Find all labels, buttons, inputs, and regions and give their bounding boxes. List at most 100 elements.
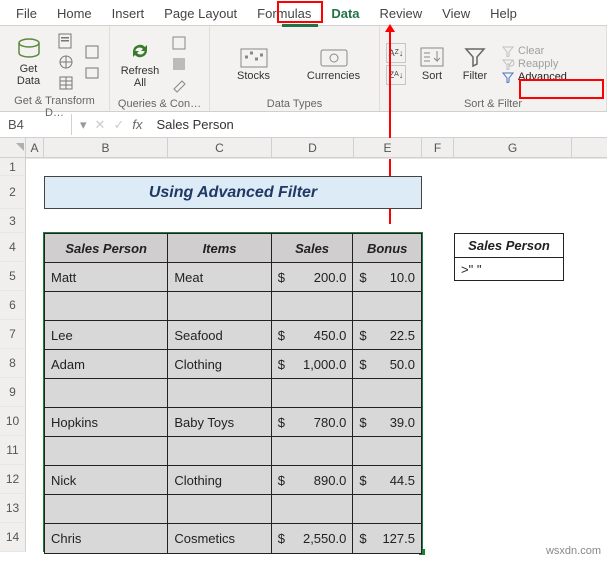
cell[interactable]: Nick: [45, 466, 168, 495]
cell[interactable]: $450.0: [272, 321, 354, 350]
row-3[interactable]: 3: [0, 209, 26, 233]
cell[interactable]: $127.5: [353, 524, 421, 553]
table-row: NickClothing$890.0$44.5: [45, 466, 421, 495]
reapply-button[interactable]: Reapply: [499, 58, 569, 70]
queries-icon[interactable]: [170, 34, 188, 52]
cell[interactable]: [353, 292, 421, 321]
col-B[interactable]: B: [44, 138, 168, 157]
row-6[interactable]: 6: [0, 291, 26, 320]
tab-help[interactable]: Help: [480, 3, 527, 25]
namebox-dropdown-icon[interactable]: ▾: [80, 117, 87, 133]
from-web-icon[interactable]: [57, 53, 75, 71]
cell[interactable]: Clothing: [168, 466, 271, 495]
row-13[interactable]: 13: [0, 494, 26, 523]
cell[interactable]: Meat: [168, 263, 271, 292]
cell[interactable]: $50.0: [353, 350, 421, 379]
tab-home[interactable]: Home: [47, 3, 102, 25]
currencies-button[interactable]: Currencies: [302, 33, 366, 95]
cell[interactable]: $10.0: [353, 263, 421, 292]
cell[interactable]: $39.0: [353, 408, 421, 437]
properties-icon[interactable]: [170, 55, 188, 73]
cell[interactable]: Lee: [45, 321, 168, 350]
cell[interactable]: $200.0: [272, 263, 354, 292]
cell[interactable]: $890.0: [272, 466, 354, 495]
tab-view[interactable]: View: [432, 3, 480, 25]
cell[interactable]: [272, 437, 354, 466]
cell[interactable]: [168, 292, 271, 321]
cell[interactable]: $780.0: [272, 408, 354, 437]
cell[interactable]: [45, 379, 168, 408]
col-G[interactable]: G: [454, 138, 572, 157]
criteria-value[interactable]: >" ": [455, 258, 563, 280]
fx-icon[interactable]: fx: [132, 117, 142, 132]
existing-conn-icon[interactable]: [83, 64, 101, 82]
row-9[interactable]: 9: [0, 378, 26, 407]
clear-button[interactable]: Clear: [499, 45, 569, 57]
cell[interactable]: $1,000.0: [272, 350, 354, 379]
cell[interactable]: Chris: [45, 524, 168, 553]
row-7[interactable]: 7: [0, 320, 26, 349]
row-10[interactable]: 10: [0, 407, 26, 436]
tab-data[interactable]: Data: [321, 3, 369, 25]
cell[interactable]: $44.5: [353, 466, 421, 495]
formula-input[interactable]: Sales Person: [150, 114, 607, 135]
cell[interactable]: $22.5: [353, 321, 421, 350]
cell[interactable]: Baby Toys: [168, 408, 271, 437]
cancel-icon[interactable]: ✕: [95, 117, 106, 133]
cell[interactable]: [45, 292, 168, 321]
cell[interactable]: Seafood: [168, 321, 271, 350]
stocks-button[interactable]: Stocks: [224, 33, 284, 95]
cell[interactable]: [353, 379, 421, 408]
cell[interactable]: [353, 495, 421, 524]
get-data-button[interactable]: Get Data: [6, 31, 51, 93]
cell[interactable]: Clothing: [168, 350, 271, 379]
title-cell: Using Advanced Filter: [44, 176, 422, 209]
sort-button[interactable]: Sort: [413, 33, 451, 95]
cell[interactable]: [168, 437, 271, 466]
col-C[interactable]: C: [168, 138, 272, 157]
col-E[interactable]: E: [354, 138, 422, 157]
recent-sources-icon[interactable]: [83, 43, 101, 61]
tab-review[interactable]: Review: [370, 3, 433, 25]
header-items[interactable]: Items: [168, 234, 271, 263]
tab-pagelayout[interactable]: Page Layout: [154, 3, 247, 25]
filter-button[interactable]: Filter: [455, 33, 495, 95]
row-8[interactable]: 8: [0, 349, 26, 378]
row-4[interactable]: 4: [0, 233, 26, 262]
header-bonus[interactable]: Bonus: [353, 234, 421, 263]
row-14[interactable]: 14: [0, 523, 26, 552]
header-sales[interactable]: Sales: [272, 234, 354, 263]
cell[interactable]: [272, 495, 354, 524]
row-11[interactable]: 11: [0, 436, 26, 465]
edit-links-icon[interactable]: [170, 76, 188, 94]
cell[interactable]: Matt: [45, 263, 168, 292]
criteria-header[interactable]: Sales Person: [455, 234, 563, 258]
cell[interactable]: [272, 292, 354, 321]
cell[interactable]: Hopkins: [45, 408, 168, 437]
name-box[interactable]: B4: [0, 114, 72, 135]
refresh-all-button[interactable]: Refresh All: [116, 33, 164, 95]
select-all-corner[interactable]: [0, 138, 26, 157]
cell[interactable]: [45, 437, 168, 466]
from-table-icon[interactable]: [57, 74, 75, 92]
cell[interactable]: [272, 379, 354, 408]
cell[interactable]: [45, 495, 168, 524]
confirm-icon[interactable]: ✓: [113, 117, 124, 133]
row-12[interactable]: 12: [0, 465, 26, 494]
row-1[interactable]: 1: [0, 158, 26, 176]
col-A[interactable]: A: [26, 138, 44, 157]
tab-insert[interactable]: Insert: [102, 3, 155, 25]
cell[interactable]: [353, 437, 421, 466]
cell[interactable]: [168, 495, 271, 524]
row-2[interactable]: 2: [0, 176, 26, 209]
cell[interactable]: Adam: [45, 350, 168, 379]
cell[interactable]: [168, 379, 271, 408]
row-5[interactable]: 5: [0, 262, 26, 291]
col-D[interactable]: D: [272, 138, 354, 157]
tab-file[interactable]: File: [6, 3, 47, 25]
header-person[interactable]: Sales Person: [45, 234, 168, 263]
from-text-icon[interactable]: [57, 32, 75, 50]
cell[interactable]: $2,550.0: [272, 524, 354, 553]
col-F[interactable]: F: [422, 138, 454, 157]
cell[interactable]: Cosmetics: [168, 524, 271, 553]
